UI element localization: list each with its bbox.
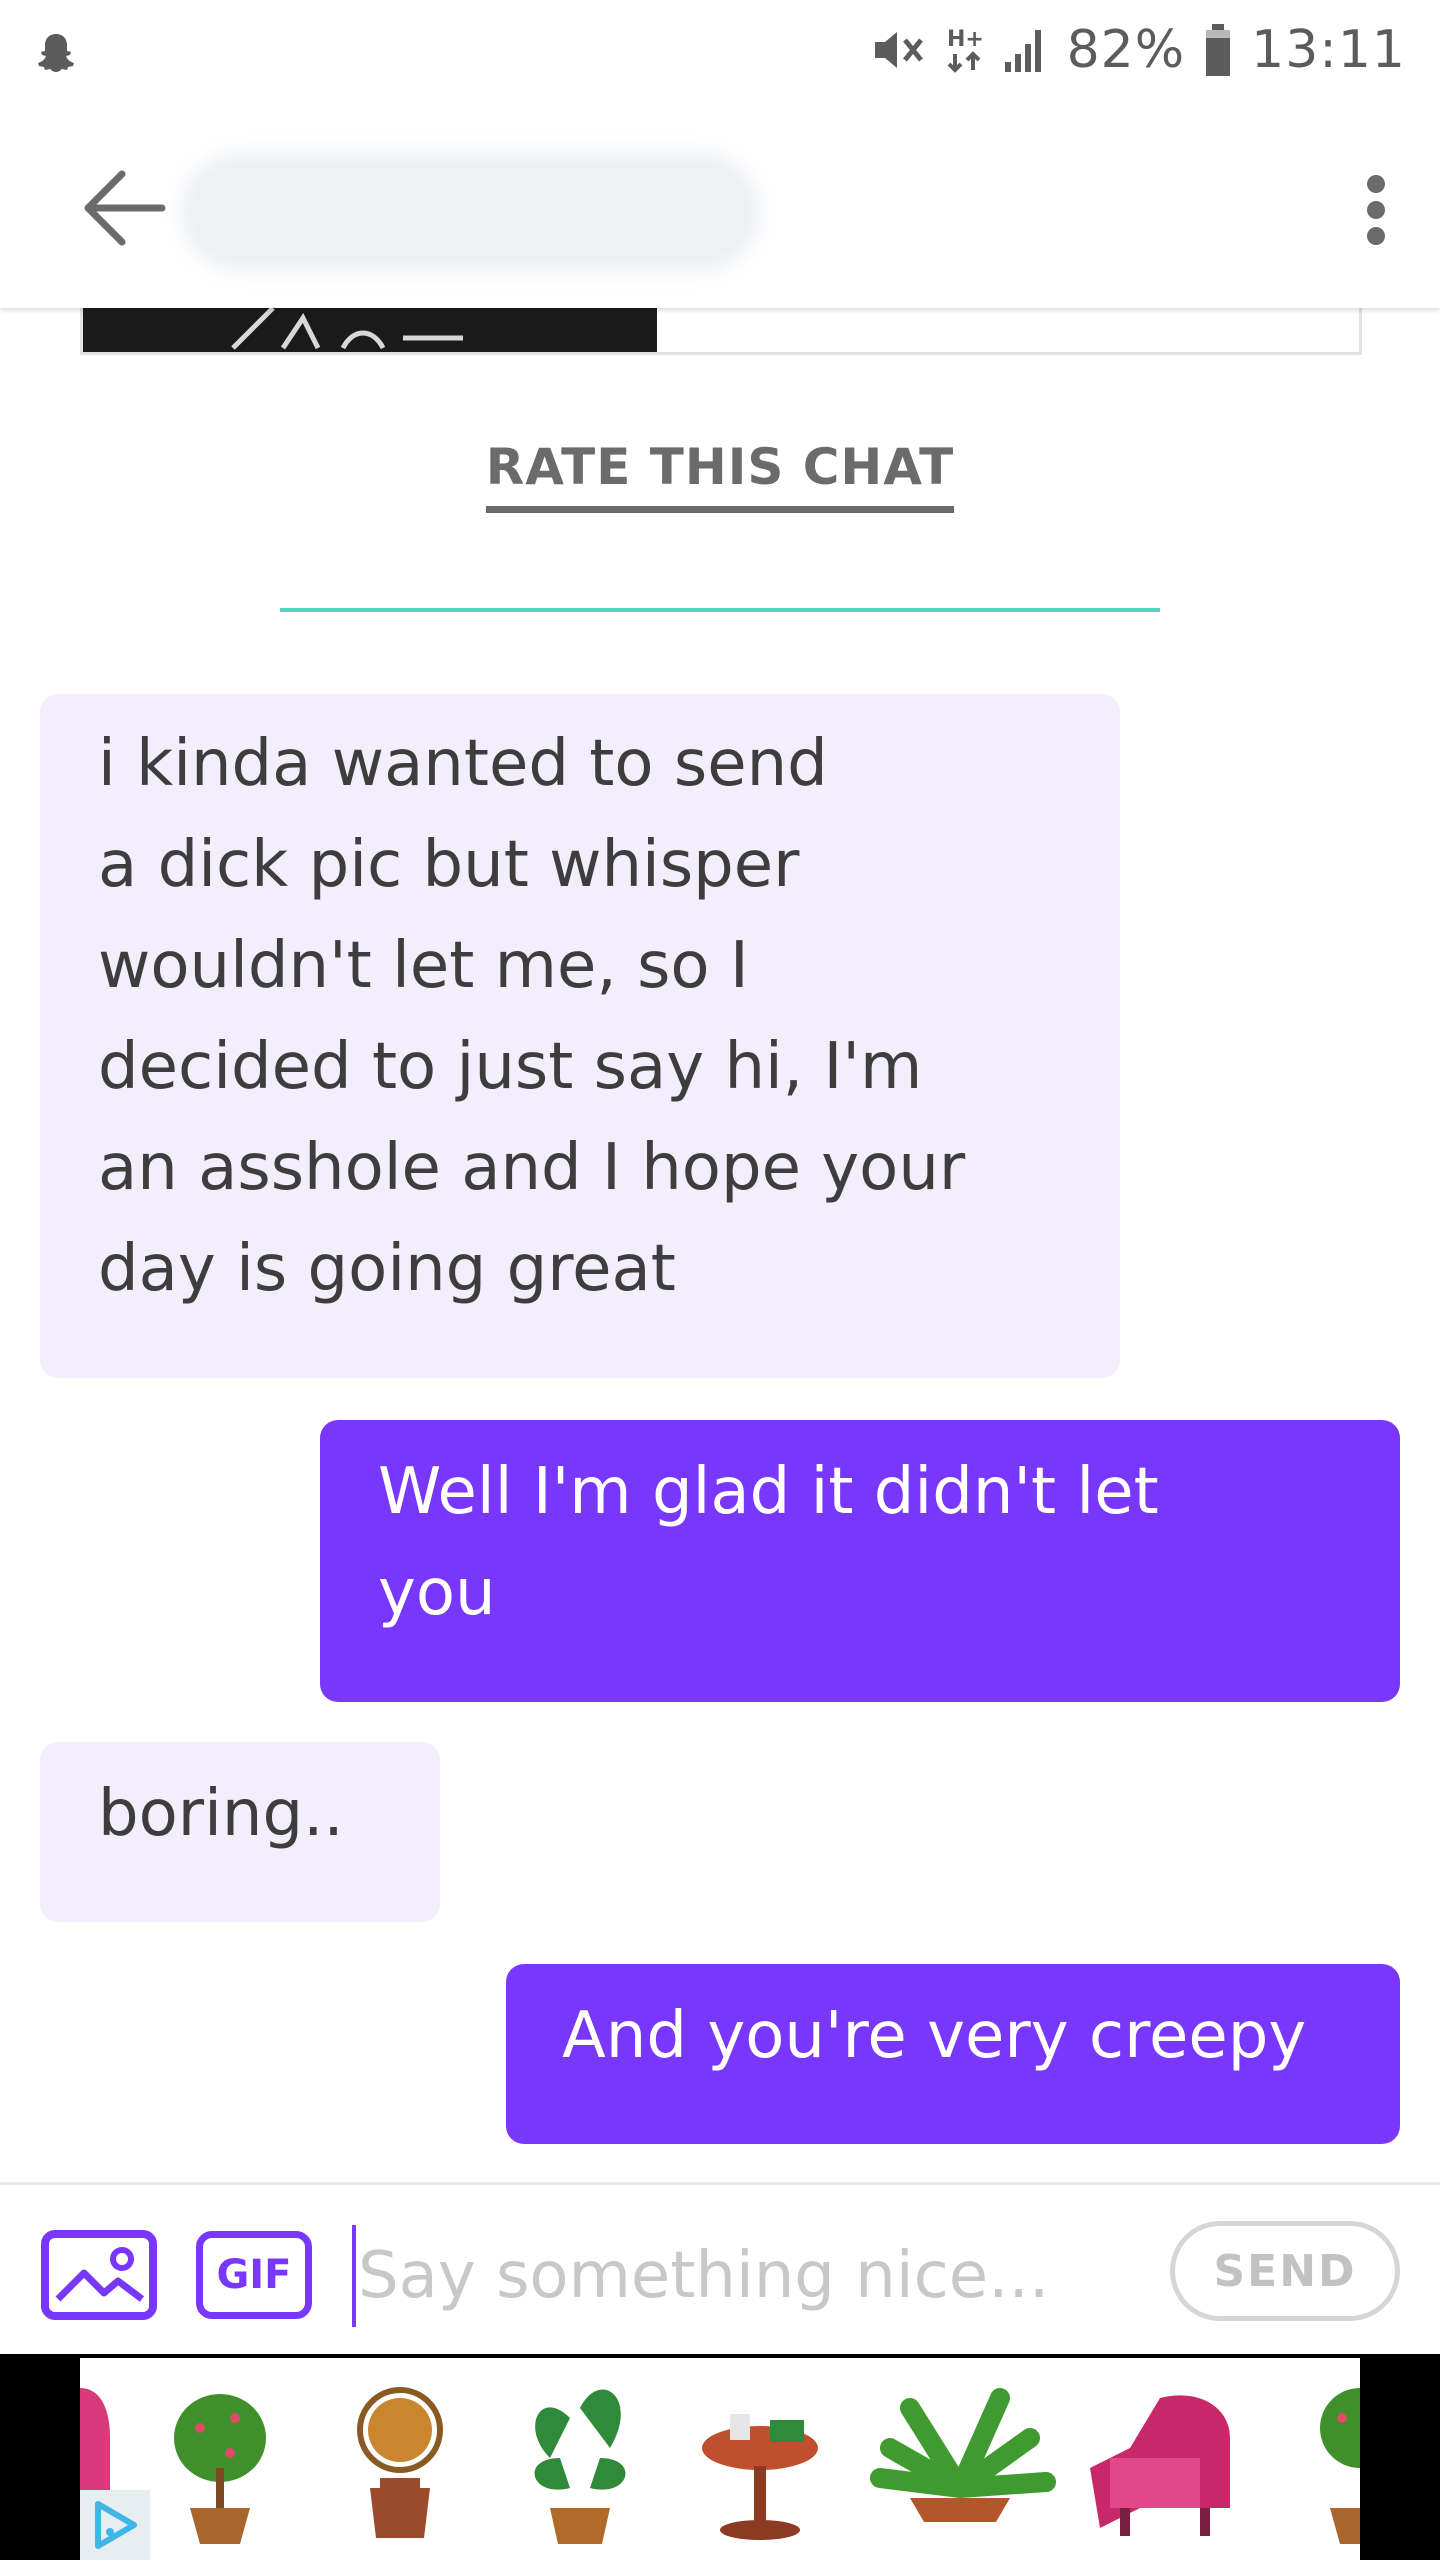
incoming-message[interactable]: i kinda wanted to send a dick pic but wh… bbox=[40, 694, 1120, 1378]
rate-chat-link-row: RATE THIS CHAT bbox=[0, 438, 1440, 513]
contact-name-redacted bbox=[180, 152, 760, 272]
app-bar bbox=[0, 100, 1440, 308]
ad-banner[interactable] bbox=[0, 2354, 1440, 2560]
hplus-icon: H+ bbox=[945, 24, 985, 76]
chat-divider bbox=[280, 608, 1160, 612]
clock: 13:11 bbox=[1251, 20, 1406, 80]
svg-text:H+: H+ bbox=[947, 27, 984, 52]
snapchat-ghost-icon bbox=[34, 30, 78, 74]
adchoices-icon[interactable] bbox=[80, 2490, 150, 2560]
chat-messages-area[interactable]: RATE THIS CHAT i kinda wanted to send a … bbox=[0, 308, 1440, 2182]
attach-image-button[interactable] bbox=[40, 2229, 158, 2321]
previous-media-image bbox=[83, 308, 657, 352]
signal-icon bbox=[1003, 26, 1049, 74]
battery-icon bbox=[1203, 22, 1233, 78]
more-options-button[interactable] bbox=[1346, 162, 1406, 258]
message-composer: GIF SEND bbox=[0, 2182, 1440, 2357]
message-input[interactable] bbox=[352, 2225, 1140, 2327]
more-vertical-icon bbox=[1367, 175, 1385, 245]
back-button[interactable] bbox=[78, 160, 174, 256]
ad-image-furniture[interactable] bbox=[80, 2358, 1360, 2560]
arrow-left-icon bbox=[84, 170, 166, 246]
status-indicators: H+ 82% 13:11 bbox=[871, 14, 1406, 86]
outgoing-message[interactable]: And you're very creepy bbox=[506, 1964, 1400, 2144]
status-bar: H+ 82% 13:11 bbox=[0, 0, 1440, 100]
previous-media-card[interactable] bbox=[80, 308, 1362, 355]
gif-button[interactable]: GIF bbox=[196, 2231, 312, 2319]
outgoing-message[interactable]: Well I'm glad it didn't let you bbox=[320, 1420, 1400, 1702]
send-button[interactable]: SEND bbox=[1170, 2221, 1400, 2321]
battery-percent: 82% bbox=[1066, 20, 1186, 80]
rate-chat-link[interactable]: RATE THIS CHAT bbox=[485, 438, 955, 513]
incoming-message[interactable]: boring.. bbox=[40, 1742, 440, 1922]
image-icon bbox=[41, 2230, 157, 2320]
mute-icon bbox=[871, 26, 927, 74]
chat-screen: H+ 82% 13:11 RATE THIS CHAT i kinda want… bbox=[0, 0, 1440, 2560]
